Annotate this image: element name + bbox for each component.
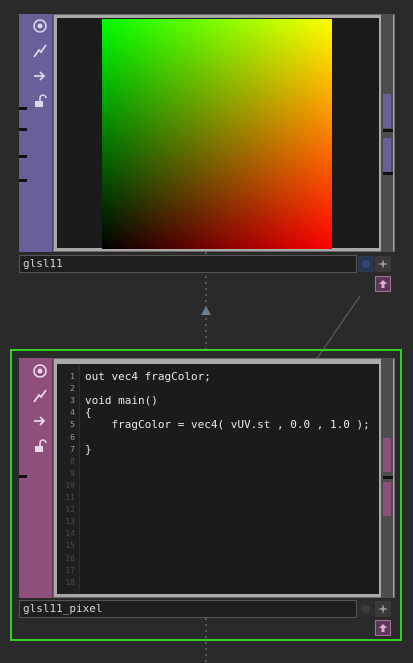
pin-button[interactable] bbox=[375, 276, 391, 292]
line-number: 9 bbox=[70, 468, 75, 478]
line-number: 10 bbox=[65, 480, 75, 490]
dot-icon bbox=[362, 260, 370, 268]
viewer-toggle-button[interactable] bbox=[29, 361, 51, 381]
lock-icon bbox=[35, 439, 47, 452]
node-button-column bbox=[29, 358, 53, 598]
line-number: 13 bbox=[65, 517, 75, 527]
line-number: 16 bbox=[65, 553, 75, 563]
texture-viewer[interactable] bbox=[57, 18, 379, 249]
line-number: 1 bbox=[70, 372, 75, 381]
line-number: 4 bbox=[70, 408, 75, 418]
node-scrollbar[interactable] bbox=[381, 358, 393, 598]
line-number: 12 bbox=[65, 505, 75, 515]
bolt-icon bbox=[33, 389, 47, 403]
uv-gradient-preview bbox=[102, 19, 332, 249]
viewer-active-button[interactable] bbox=[358, 256, 374, 272]
line-number: 8 bbox=[70, 456, 75, 466]
line-number: 6 bbox=[70, 432, 75, 442]
bolt-icon bbox=[33, 44, 47, 58]
line-number: 2 bbox=[70, 384, 75, 394]
input-connector[interactable] bbox=[19, 179, 27, 182]
sparkle-icon bbox=[378, 604, 388, 614]
input-connector[interactable] bbox=[19, 128, 27, 131]
arrow-right-icon bbox=[34, 416, 46, 426]
line-number: 3 bbox=[70, 396, 75, 406]
node-scrollbar[interactable] bbox=[381, 14, 393, 252]
input-connector[interactable] bbox=[19, 475, 27, 478]
pin-button[interactable] bbox=[375, 620, 391, 636]
scroll-segment bbox=[383, 94, 391, 128]
output-connector[interactable] bbox=[383, 172, 393, 175]
options-button[interactable] bbox=[375, 256, 391, 272]
scroll-segment bbox=[383, 482, 391, 516]
export-button[interactable] bbox=[29, 411, 51, 431]
line-number: 15 bbox=[65, 541, 75, 551]
viewer-active-button[interactable] bbox=[358, 601, 374, 617]
code-line: out vec4 fragColor; bbox=[85, 370, 211, 383]
line-number: 17 bbox=[65, 565, 75, 575]
export-button[interactable] bbox=[29, 66, 51, 86]
code-editor[interactable]: 1 2 3 4 5 6 7 8 9 10 11 12 13 14 15 16 17 18 out vec4 fra… bbox=[57, 364, 379, 594]
lock-button[interactable] bbox=[29, 91, 51, 111]
lock-button[interactable] bbox=[29, 436, 51, 456]
code-line: void main() bbox=[85, 394, 158, 408]
node-input-strip bbox=[19, 14, 29, 252]
lock-icon bbox=[35, 94, 47, 107]
target-icon bbox=[33, 19, 47, 33]
code-line: } bbox=[85, 442, 92, 456]
node-name-field[interactable]: glsl11 bbox=[19, 255, 357, 273]
sparkle-icon bbox=[378, 259, 388, 269]
node-name-field[interactable]: glsl11_pixel bbox=[19, 600, 357, 618]
output-connector[interactable] bbox=[383, 129, 393, 132]
input-connector[interactable] bbox=[19, 107, 27, 110]
scroll-segment bbox=[383, 138, 391, 172]
pin-up-icon bbox=[379, 624, 387, 632]
options-button[interactable] bbox=[375, 601, 391, 617]
code-line: { bbox=[85, 406, 92, 420]
pin-up-icon bbox=[379, 280, 387, 288]
cook-button[interactable] bbox=[29, 386, 51, 406]
node-input-strip bbox=[19, 358, 29, 598]
viewer-toggle-button[interactable] bbox=[29, 16, 51, 36]
code-line: fragColor = vec4( vUV.st , 0.0 , 1.0 ); bbox=[85, 418, 370, 432]
line-number: 7 bbox=[70, 444, 75, 454]
cook-button[interactable] bbox=[29, 41, 51, 61]
output-connector[interactable] bbox=[383, 476, 393, 479]
target-icon bbox=[33, 364, 47, 378]
line-number: 18 bbox=[65, 577, 75, 587]
scroll-segment bbox=[383, 438, 391, 472]
arrow-right-icon bbox=[34, 71, 46, 81]
line-number: 14 bbox=[65, 529, 75, 539]
dot-icon bbox=[362, 605, 370, 613]
line-number: 11 bbox=[65, 493, 75, 502]
input-connector[interactable] bbox=[19, 155, 27, 158]
line-number: 5 bbox=[70, 420, 75, 430]
node-button-column bbox=[29, 14, 53, 252]
